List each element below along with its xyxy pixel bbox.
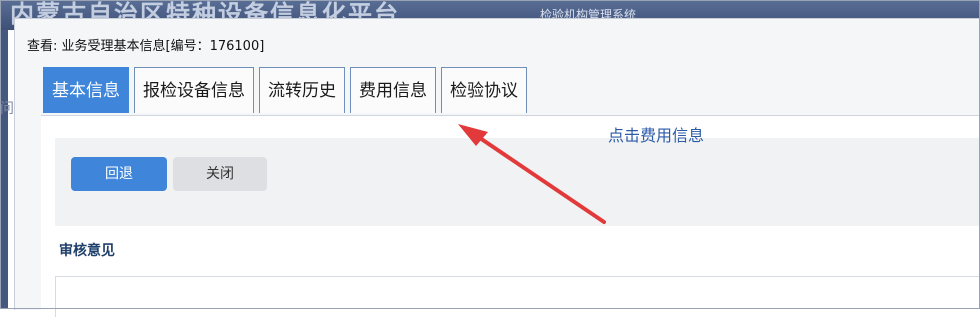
dialog-title: 查看: 业务受理基本信息[编号：176100]	[27, 39, 265, 54]
back-button[interactable]: 回退	[71, 157, 167, 191]
info-dialog: 查看: 业务受理基本信息[编号：176100] 基本信息 报检设备信息 流转历史…	[14, 18, 980, 317]
review-opinion-input[interactable]	[55, 276, 980, 317]
annotation-text: 点击费用信息	[608, 126, 705, 145]
tab-inspection-agreement[interactable]: 检验协议	[441, 67, 527, 113]
tab-flow-history[interactable]: 流转历史	[259, 67, 345, 113]
close-button[interactable]: 关闭	[173, 157, 267, 191]
tab-content: 回退 关闭 审核意见	[41, 115, 980, 317]
button-bar: 回退 关闭	[55, 138, 980, 226]
tab-basic-info[interactable]: 基本信息	[43, 67, 129, 113]
tab-bar: 基本信息 报检设备信息 流转历史 费用信息 检验协议	[43, 67, 527, 115]
review-opinion-label: 审核意见	[59, 243, 115, 259]
background-sidebar	[0, 30, 8, 309]
tab-fee-info[interactable]: 费用信息	[350, 67, 436, 113]
tab-inspection-equipment[interactable]: 报检设备信息	[134, 67, 254, 113]
